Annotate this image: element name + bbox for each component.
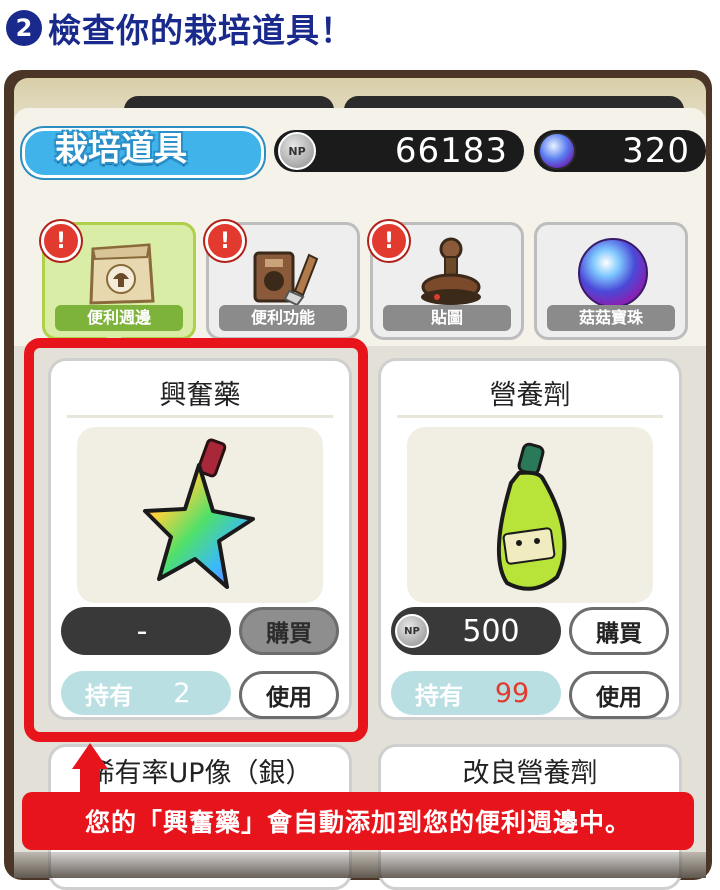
- gem-currency: 320: [534, 130, 706, 172]
- gem-currency-value: 320: [622, 131, 690, 171]
- alert-badge: !: [369, 221, 409, 261]
- tab-label: 便利功能: [219, 305, 347, 331]
- stamp-icon: [421, 237, 481, 305]
- callout-banner: 您的「興奮藥」會自動添加到您的便利週邊中。: [22, 792, 694, 850]
- owned-label: 持有: [415, 681, 463, 710]
- tab-convenience-goods[interactable]: ! 便利週邊: [41, 221, 196, 340]
- divider: [397, 415, 663, 418]
- tab-label: 貼圖: [383, 305, 511, 331]
- tab-convenience-functions[interactable]: ! 便利功能: [205, 221, 360, 340]
- green-bottle-icon: [496, 442, 567, 591]
- owned-count: 持有 99: [391, 671, 561, 715]
- highlight-box: [24, 338, 368, 742]
- bottom-shade: [14, 852, 706, 878]
- item-card-nutrient: 營養劑 NP 500 購買 持有 99 使用: [378, 358, 682, 720]
- tab-stamps[interactable]: ! 貼圖: [369, 221, 524, 340]
- tab-label: 便利週邊: [55, 305, 183, 331]
- step-header: 2 檢查你的栽培道具！: [6, 6, 354, 50]
- tab-label: 菇菇寶珠: [547, 305, 675, 331]
- step-title: 檢查你的栽培道具！: [48, 11, 354, 50]
- alert-badge: !: [41, 221, 81, 261]
- arrow-up-icon: [72, 743, 108, 769]
- price-display: NP 500: [391, 607, 561, 655]
- screen-title: 栽培道具: [55, 129, 187, 168]
- item-image: [407, 427, 653, 603]
- buy-button[interactable]: 購買: [569, 607, 669, 655]
- use-button[interactable]: 使用: [569, 671, 669, 719]
- tab-mushroom-orbs[interactable]: 菇菇寶珠: [534, 222, 688, 340]
- item-name: 營養劑: [489, 380, 571, 411]
- np-currency: NP 66183: [274, 130, 524, 172]
- bag-icon: [89, 243, 155, 305]
- np-coin-icon: NP: [395, 614, 429, 648]
- tools-icon: [253, 251, 319, 307]
- item-name: 改良營養劑: [462, 758, 598, 789]
- alert-badge: !: [205, 221, 245, 261]
- price-value: 500: [462, 613, 520, 649]
- step-number-badge: 2: [6, 10, 42, 46]
- owned-value: 99: [494, 677, 530, 709]
- gem-orb-icon: [538, 132, 576, 170]
- orb-icon: [578, 238, 648, 308]
- np-currency-value: 66183: [394, 131, 508, 171]
- np-coin-icon: NP: [278, 132, 316, 170]
